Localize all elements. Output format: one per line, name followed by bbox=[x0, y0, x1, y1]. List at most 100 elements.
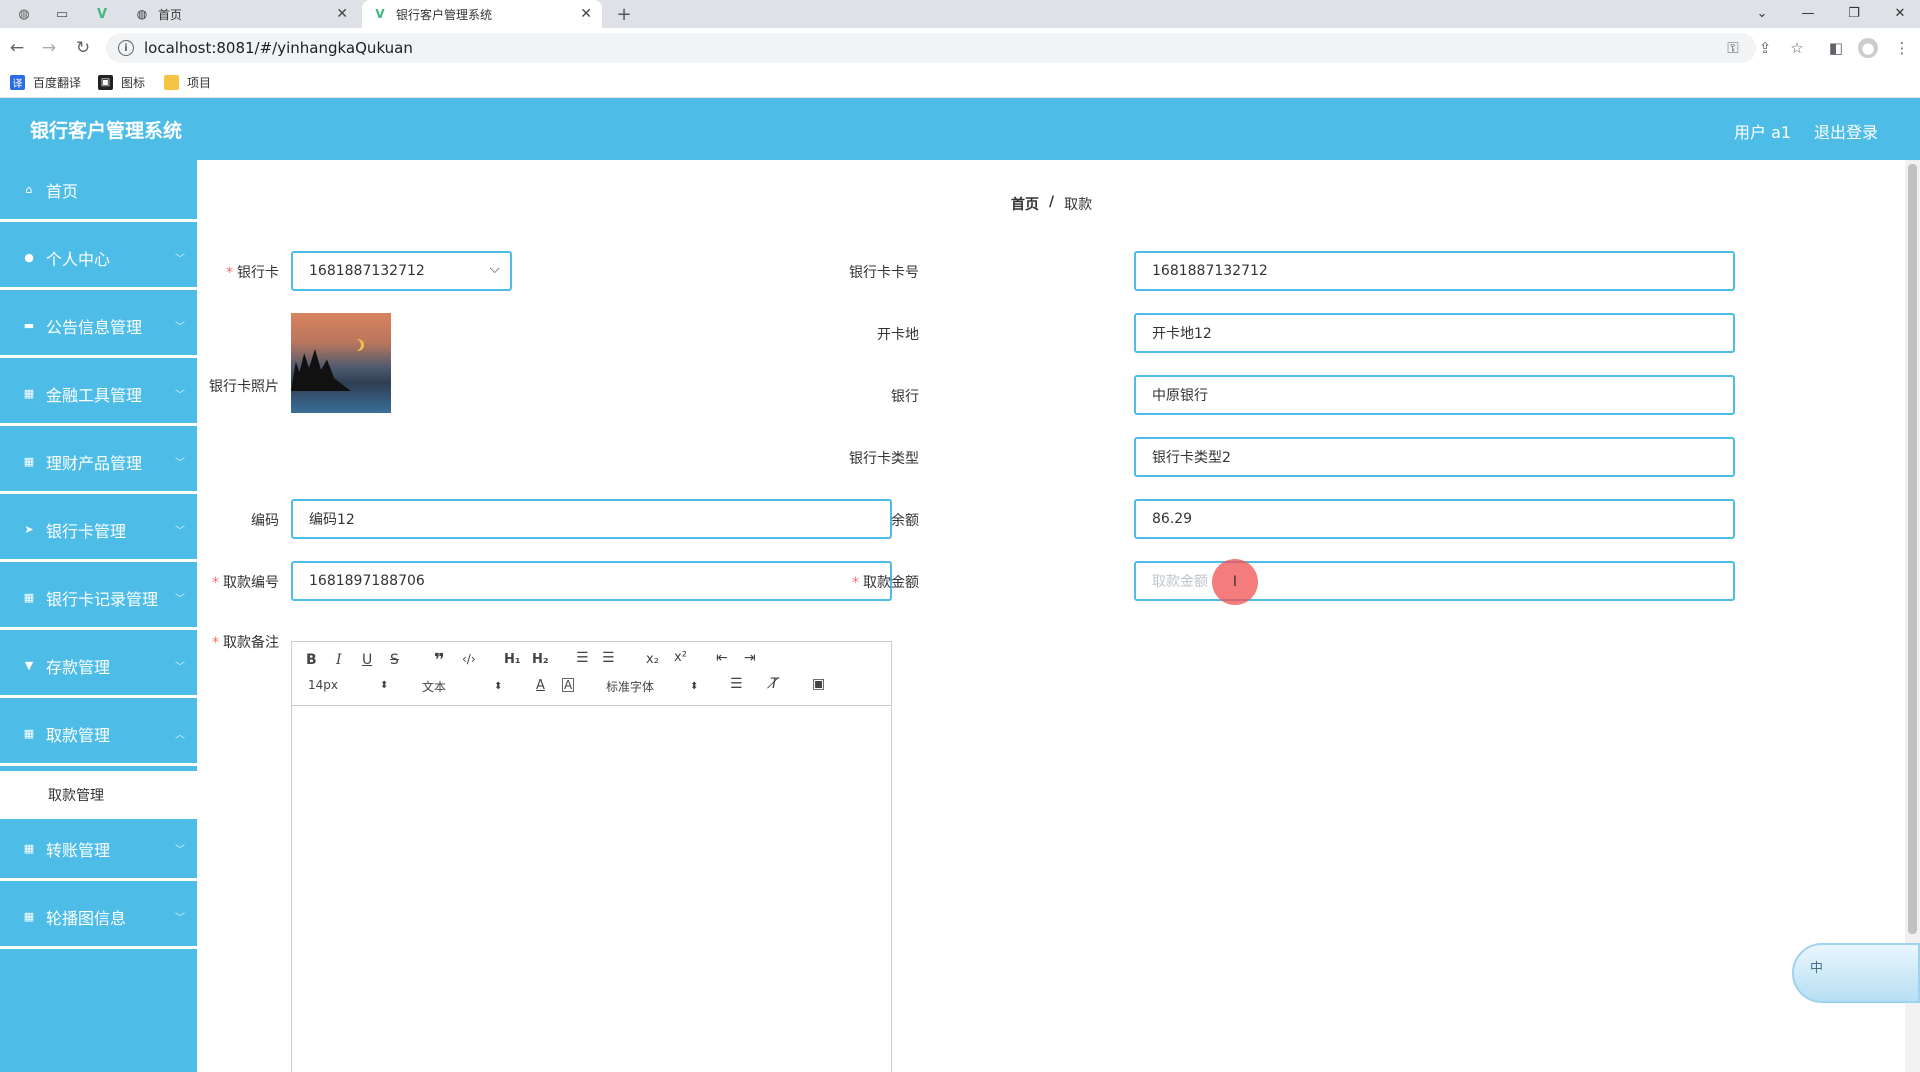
sidebar-item-notice[interactable]: ▬ 公告信息管理 ﹀ bbox=[0, 296, 197, 358]
close-window-icon[interactable]: ✕ bbox=[1882, 2, 1918, 24]
tab-title: 首页 bbox=[158, 7, 183, 22]
current-user[interactable]: 用户 a1 bbox=[1734, 119, 1791, 143]
reload-icon[interactable]: ↻ bbox=[72, 37, 94, 59]
card-photo-image[interactable] bbox=[291, 313, 391, 413]
tab-home[interactable]: ◍ 首页 ✕ bbox=[124, 0, 358, 28]
background-color-icon[interactable]: A bbox=[562, 678, 575, 692]
sidebar-item-label: 轮播图信息 bbox=[46, 908, 127, 928]
sidebar-item-home[interactable]: ⌂ 首页 bbox=[0, 160, 197, 222]
heading1-icon[interactable]: H₁ bbox=[504, 652, 521, 667]
bookmark-project-folder[interactable]: 项目 bbox=[164, 74, 211, 91]
select-value: 14px bbox=[308, 678, 338, 692]
card-photo-label: 银行卡照片 bbox=[209, 379, 279, 395]
tab-bank-system[interactable]: V 银行客户管理系统 ✕ bbox=[362, 0, 602, 28]
sidebar-item-card-records[interactable]: ▦ 银行卡记录管理 ﹀ bbox=[0, 568, 197, 630]
new-tab-icon[interactable]: + bbox=[610, 4, 638, 25]
chevron-up-icon: ︿ bbox=[175, 730, 185, 741]
code-input[interactable]: 编码12 bbox=[291, 499, 892, 539]
bookmark-baidu-translate[interactable]: 译 百度翻译 bbox=[10, 74, 81, 91]
italic-icon[interactable]: I bbox=[336, 652, 342, 668]
editor-content-area[interactable] bbox=[292, 706, 891, 1072]
heading2-icon[interactable]: H₂ bbox=[532, 652, 549, 667]
breadcrumb-separator: / bbox=[1049, 194, 1055, 210]
key-icon[interactable]: ⚿ bbox=[1723, 38, 1743, 58]
cursor-highlight: I bbox=[1212, 559, 1258, 605]
balance-input[interactable]: 86.29 bbox=[1134, 499, 1735, 539]
minimize-icon[interactable]: — bbox=[1790, 2, 1826, 24]
sidebar-item-withdrawals[interactable]: ▦ 取款管理 ︿ bbox=[0, 704, 197, 766]
quote-icon[interactable]: ❞ bbox=[434, 650, 445, 671]
image-icon[interactable]: ▣ bbox=[812, 676, 825, 692]
share-icon[interactable]: ⇪ bbox=[1755, 38, 1775, 58]
chevron-down-icon: ﹀ bbox=[175, 254, 185, 265]
breadcrumb-home[interactable]: 首页 bbox=[1011, 194, 1039, 214]
vue-icon: V bbox=[375, 7, 385, 21]
font-size-select[interactable]: 14px ⬍ bbox=[308, 678, 392, 692]
card-number-input[interactable]: 1681887132712 bbox=[1134, 251, 1735, 291]
sidepanel-icon[interactable]: ◧ bbox=[1826, 38, 1846, 58]
sidebar-subitem-withdrawal-management[interactable]: 取款管理 bbox=[0, 771, 197, 819]
grid-icon: ▦ bbox=[23, 842, 35, 855]
bookmark-icons[interactable]: ▣ 图标 bbox=[98, 74, 145, 91]
card-type-input[interactable]: 银行卡类型2 bbox=[1134, 437, 1735, 477]
label-text: 银行卡 bbox=[237, 265, 279, 281]
page-scrollbar[interactable] bbox=[1905, 160, 1920, 1072]
font-family-select[interactable]: 标准字体 ⬍ bbox=[606, 678, 702, 695]
back-icon[interactable]: ← bbox=[6, 37, 28, 59]
forward-icon[interactable]: → bbox=[38, 37, 60, 59]
withdraw-number-input[interactable]: 1681897188706 bbox=[291, 561, 892, 601]
sidebar-item-financial-tools[interactable]: ▦ 金融工具管理 ﹀ bbox=[0, 364, 197, 426]
bookmark-label: 图标 bbox=[121, 76, 146, 90]
strike-icon[interactable]: S bbox=[390, 652, 399, 668]
cup-icon: ▼ bbox=[24, 659, 34, 672]
bold-icon[interactable]: B bbox=[306, 652, 317, 668]
restore-icon[interactable]: ❐ bbox=[1836, 2, 1872, 24]
subscript-icon[interactable]: x₂ bbox=[646, 652, 659, 667]
sidebar-item-bank-cards[interactable]: ➤ 银行卡管理 ﹀ bbox=[0, 500, 197, 562]
star-icon[interactable]: ☆ bbox=[1787, 38, 1807, 58]
vue-icon[interactable]: V bbox=[88, 4, 116, 24]
bank-input[interactable]: 中原银行 bbox=[1134, 375, 1735, 415]
sidebar-item-wealth-products[interactable]: ▦ 理财产品管理 ﹀ bbox=[0, 432, 197, 494]
required-marker: * bbox=[212, 575, 219, 591]
url-field[interactable]: i localhost:8081/#/yinhangkaQukuan bbox=[106, 33, 1756, 63]
indent-icon[interactable]: ⇥ bbox=[744, 650, 756, 666]
bank-card-select[interactable]: 1681887132712 ⌵ bbox=[291, 251, 512, 291]
profile-icon[interactable]: ● bbox=[1858, 38, 1878, 58]
card-number-label: 银行卡卡号 bbox=[849, 265, 919, 281]
align-icon[interactable]: ☰ bbox=[730, 676, 743, 692]
browser-tab-bar: ◍ ▭ V ◍ 首页 ✕ V 银行客户管理系统 ✕ + ⌄ — ❐ ✕ bbox=[0, 0, 1920, 28]
outdent-icon[interactable]: ⇤ bbox=[716, 650, 728, 666]
blank-tab-icon[interactable]: ▭ bbox=[48, 4, 76, 24]
sidebar-item-transfers[interactable]: ▦ 转账管理 ﹀ bbox=[0, 819, 197, 881]
ime-widget[interactable]: 中 bbox=[1792, 943, 1920, 1003]
superscript-icon[interactable]: x² bbox=[674, 650, 687, 665]
sidebar-item-personal-center[interactable]: ● 个人中心 ﹀ bbox=[0, 228, 197, 290]
font-color-icon[interactable]: A bbox=[536, 678, 545, 693]
required-marker: * bbox=[212, 635, 219, 651]
menu-icon[interactable]: ⋮ bbox=[1892, 38, 1912, 58]
bank-card-label: * 银行卡 bbox=[207, 262, 279, 282]
chevron-down-icon: ﹀ bbox=[175, 845, 185, 856]
clear-format-icon[interactable]: T̸ bbox=[770, 676, 779, 692]
chevron-down-icon[interactable]: ⌄ bbox=[1744, 2, 1780, 24]
sidebar-item-deposits[interactable]: ▼ 存款管理 ﹀ bbox=[0, 636, 197, 698]
ticket-icon: ▬ bbox=[23, 319, 35, 332]
underline-icon[interactable]: U bbox=[362, 652, 372, 668]
bullet-list-icon[interactable]: ☰ bbox=[602, 650, 615, 666]
open-place-input[interactable]: 开卡地12 bbox=[1134, 313, 1735, 353]
ordered-list-icon[interactable]: ☰ bbox=[576, 650, 589, 666]
info-icon[interactable]: i bbox=[118, 40, 134, 56]
input-value: 1681887132712 bbox=[1152, 263, 1268, 279]
close-icon[interactable]: ✕ bbox=[580, 6, 592, 22]
scrollbar-thumb[interactable] bbox=[1908, 164, 1917, 934]
globe-icon[interactable]: ◍ bbox=[10, 4, 38, 24]
sidebar-item-label: 银行卡记录管理 bbox=[46, 589, 159, 609]
block-type-select[interactable]: 文本 ⬍ bbox=[422, 678, 506, 695]
home-icon: ⌂ bbox=[25, 183, 33, 196]
sidebar-item-carousel[interactable]: ▦ 轮播图信息 ﹀ bbox=[0, 887, 197, 949]
close-icon[interactable]: ✕ bbox=[336, 6, 348, 22]
breadcrumb-current: 取款 bbox=[1064, 197, 1093, 213]
code-icon[interactable]: ‹/› bbox=[462, 652, 476, 666]
logout-link[interactable]: 退出登录 bbox=[1814, 119, 1878, 143]
